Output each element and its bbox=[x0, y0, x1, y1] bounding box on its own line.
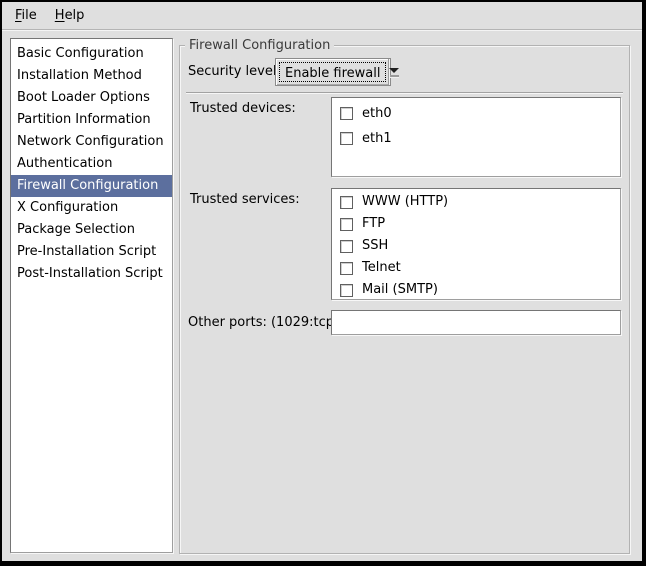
sidebar-item-basic-configuration[interactable]: Basic Configuration bbox=[11, 43, 172, 65]
menu-item-help[interactable]: Help bbox=[46, 2, 94, 29]
list-item-ssh[interactable]: SSH bbox=[332, 235, 620, 257]
dropdown-arrow-icon bbox=[388, 59, 399, 85]
trusted-devices-list: eth0 eth1 bbox=[331, 97, 621, 177]
checkbox-label: Telnet bbox=[362, 261, 401, 275]
other-ports-label: Other ports: (1029:tcp) bbox=[188, 310, 339, 335]
menu-item-file[interactable]: File bbox=[6, 2, 46, 29]
sidebar-item-package-selection[interactable]: Package Selection bbox=[11, 219, 172, 241]
sidebar-item-partition-information[interactable]: Partition Information bbox=[11, 109, 172, 131]
menu-bar: FileHelp bbox=[2, 2, 642, 30]
sidebar-item-firewall-configuration[interactable]: Firewall Configuration bbox=[11, 175, 172, 197]
security-level-value: Enable firewall bbox=[279, 62, 386, 82]
sidebar-section-list: Basic ConfigurationInstallation MethodBo… bbox=[10, 38, 173, 553]
security-level-label: Security level: bbox=[188, 58, 281, 86]
trusted-devices-label: Trusted devices: bbox=[190, 101, 296, 117]
sidebar-item-post-installation-script[interactable]: Post-Installation Script bbox=[11, 263, 172, 285]
list-item-eth0[interactable]: eth0 bbox=[332, 101, 620, 126]
other-ports-input[interactable] bbox=[331, 310, 621, 335]
sidebar-item-network-configuration[interactable]: Network Configuration bbox=[11, 131, 172, 153]
checkbox-label: SSH bbox=[362, 239, 388, 253]
checkbox-label: eth1 bbox=[362, 132, 392, 146]
checkbox-www-http[interactable] bbox=[340, 196, 353, 209]
checkbox-label: FTP bbox=[362, 217, 385, 231]
list-item-telnet[interactable]: Telnet bbox=[332, 257, 620, 279]
checkbox-ssh[interactable] bbox=[340, 240, 353, 253]
frame-title: Firewall Configuration bbox=[185, 38, 334, 53]
checkbox-telnet[interactable] bbox=[340, 262, 353, 275]
security-level-select[interactable]: Enable firewall bbox=[275, 58, 391, 86]
checkbox-label: WWW (HTTP) bbox=[362, 195, 448, 209]
checkbox-label: Mail (SMTP) bbox=[362, 283, 438, 297]
sidebar-item-boot-loader-options[interactable]: Boot Loader Options bbox=[11, 87, 172, 109]
firewall-configuration-frame: Firewall Configuration Security level: E… bbox=[179, 45, 630, 554]
list-item-ftp[interactable]: FTP bbox=[332, 213, 620, 235]
checkbox-label: eth0 bbox=[362, 107, 392, 121]
app-window: FileHelp Basic ConfigurationInstallation… bbox=[0, 0, 646, 566]
list-item-www-http[interactable]: WWW (HTTP) bbox=[332, 191, 620, 213]
checkbox-ftp[interactable] bbox=[340, 218, 353, 231]
horizontal-separator bbox=[186, 92, 623, 94]
trusted-services-label: Trusted services: bbox=[190, 192, 300, 208]
checkbox-eth0[interactable] bbox=[340, 107, 353, 120]
trusted-services-list: WWW (HTTP) FTP SSH Telnet Mail (SMTP) bbox=[331, 188, 621, 300]
checkbox-eth1[interactable] bbox=[340, 132, 353, 145]
sidebar-item-installation-method[interactable]: Installation Method bbox=[11, 65, 172, 87]
sidebar-item-x-configuration[interactable]: X Configuration bbox=[11, 197, 172, 219]
sidebar-item-pre-installation-script[interactable]: Pre-Installation Script bbox=[11, 241, 172, 263]
list-item-eth1[interactable]: eth1 bbox=[332, 126, 620, 151]
checkbox-mail-smtp[interactable] bbox=[340, 284, 353, 297]
list-item-mail-smtp[interactable]: Mail (SMTP) bbox=[332, 279, 620, 300]
sidebar-item-authentication[interactable]: Authentication bbox=[11, 153, 172, 175]
